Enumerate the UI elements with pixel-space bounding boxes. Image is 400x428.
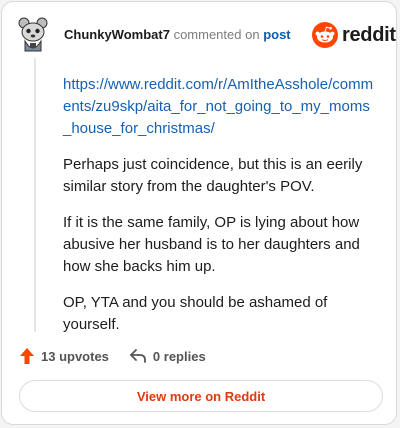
comment-username[interactable]: ChunkyWombat7	[64, 27, 170, 42]
comment-body: https://www.reddit.com/r/AmItheAsshole/c…	[63, 74, 377, 350]
comment-actions: 13 upvotes 0 replies	[19, 347, 206, 365]
comment-header: ChunkyWombat7 commented on post	[64, 27, 291, 43]
view-more-button[interactable]: View more on Reddit	[19, 380, 383, 412]
thread-line	[34, 58, 36, 332]
snoo-avatar-icon[interactable]	[18, 15, 48, 53]
reddit-brand[interactable]: reddit	[312, 22, 396, 48]
reddit-logo-icon	[312, 22, 338, 48]
upvote-arrow-icon	[20, 348, 34, 364]
comment-verb: commented on	[173, 27, 260, 42]
comment-paragraph: If it is the same family, OP is lying ab…	[63, 214, 360, 275]
comment-paragraph: OP, YTA and you should be ashamed of you…	[63, 294, 328, 333]
comment-paragraph: Perhaps just coincidence, but this is an…	[63, 156, 363, 195]
post-link[interactable]: post	[263, 27, 290, 42]
comment-url-link[interactable]: https://www.reddit.com/r/AmItheAsshole/c…	[63, 74, 377, 140]
reply-button[interactable]: 0 replies	[129, 348, 206, 364]
reddit-wordmark: reddit	[342, 23, 396, 46]
reply-count: 0 replies	[152, 348, 206, 364]
reply-arrow-icon	[130, 349, 146, 363]
upvote-count: 13 upvotes	[41, 348, 109, 364]
upvote-button[interactable]: 13 upvotes	[19, 347, 109, 365]
comment-embed-card: ChunkyWombat7 commented on post reddit h…	[1, 1, 397, 425]
